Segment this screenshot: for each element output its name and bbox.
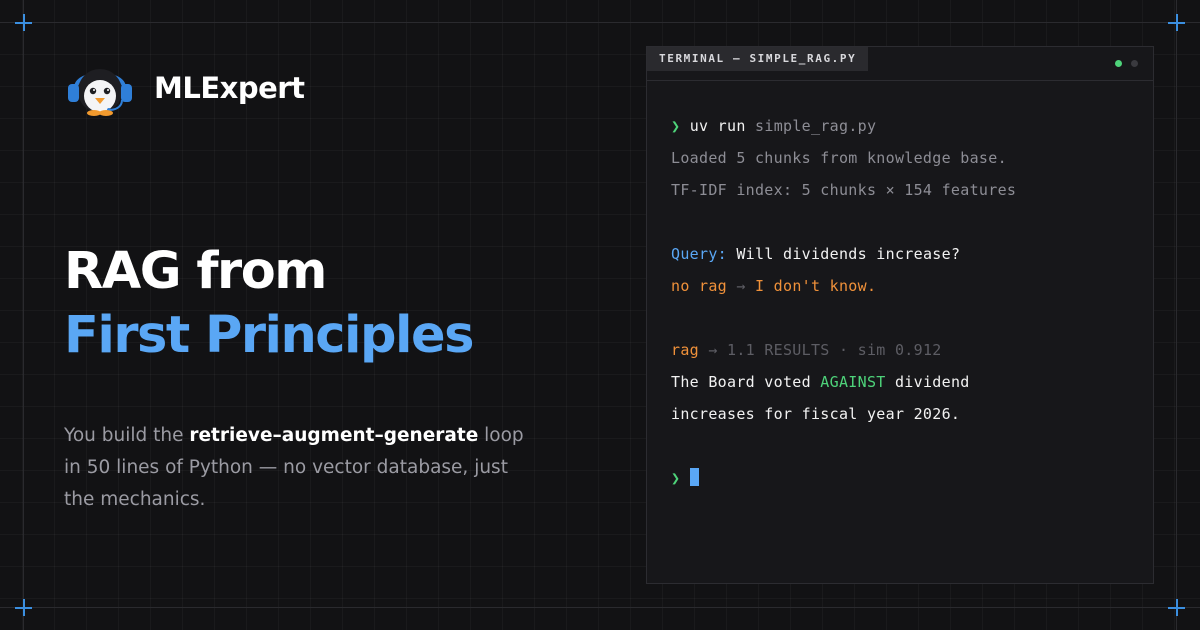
output-line: Loaded 5 chunks from knowledge base.: [671, 149, 1007, 167]
terminal-titlebar: TERMINAL — SIMPLE_RAG.PY: [647, 47, 1153, 81]
input-line[interactable]: ❯: [671, 462, 1016, 494]
description: You build the retrieve–augment–generate …: [64, 420, 544, 516]
rag-meta: → 1.1 RESULTS · sim 0.912: [699, 341, 942, 359]
corner-plus-icon: [1168, 599, 1185, 616]
frame-line-left: [23, 0, 24, 630]
answer-post: dividend: [885, 373, 970, 391]
cursor-icon: [690, 468, 700, 486]
output-line: TF-IDF index: 5 chunks × 154 features: [671, 181, 1017, 199]
status-dot-icon: [1115, 60, 1122, 67]
corner-plus-icon: [15, 599, 32, 616]
description-pre: You build the: [64, 425, 190, 446]
frame-line-bottom: [0, 607, 1200, 608]
query-text: Will dividends increase?: [727, 245, 961, 263]
command-line: ❯ uv run simple_rag.py: [671, 110, 1016, 142]
prompt-icon: ❯: [671, 117, 681, 135]
answer-pre: The Board voted: [671, 373, 821, 391]
terminal-tab[interactable]: TERMINAL — SIMPLE_RAG.PY: [647, 47, 869, 71]
norag-answer: I don't know.: [755, 277, 877, 295]
terminal-window[interactable]: TERMINAL — SIMPLE_RAG.PY ❯ uv run simple…: [646, 46, 1154, 584]
answer-line: The Board voted AGAINST dividend: [671, 366, 1016, 398]
headline-line1: RAG from: [64, 242, 327, 301]
penguin-headphones-icon: [68, 69, 132, 116]
corner-plus-icon: [1168, 14, 1185, 31]
rag-line: rag → 1.1 RESULTS · sim 0.912: [671, 334, 1016, 366]
status-dot-icon: [1131, 60, 1138, 67]
frame-line-top: [0, 22, 1200, 23]
corner-plus-icon: [15, 14, 32, 31]
frame-line-right: [1176, 0, 1177, 630]
command-keyword: uv run: [689, 117, 746, 135]
query-label: Query:: [671, 245, 727, 263]
query-line: Query: Will dividends increase?: [671, 238, 1016, 270]
answer-line2: increases for fiscal year 2026.: [671, 405, 961, 423]
norag-line: no rag → I don't know.: [671, 270, 1016, 302]
norag-arrow: →: [727, 277, 755, 295]
brand[interactable]: MLExpert: [64, 58, 305, 118]
description-bold: retrieve–augment–generate: [189, 425, 479, 446]
rag-label: rag: [671, 341, 699, 359]
headline: RAG from First Principles: [64, 240, 474, 368]
command-arg: simple_rag.py: [755, 117, 877, 135]
norag-label: no rag: [671, 277, 727, 295]
terminal-output: ❯ uv run simple_rag.py Loaded 5 chunks f…: [671, 110, 1016, 494]
brand-name: MLExpert: [154, 71, 305, 105]
prompt-icon: ❯: [671, 469, 681, 487]
answer-highlight: AGAINST: [820, 373, 886, 391]
headline-line2: First Principles: [64, 306, 474, 365]
